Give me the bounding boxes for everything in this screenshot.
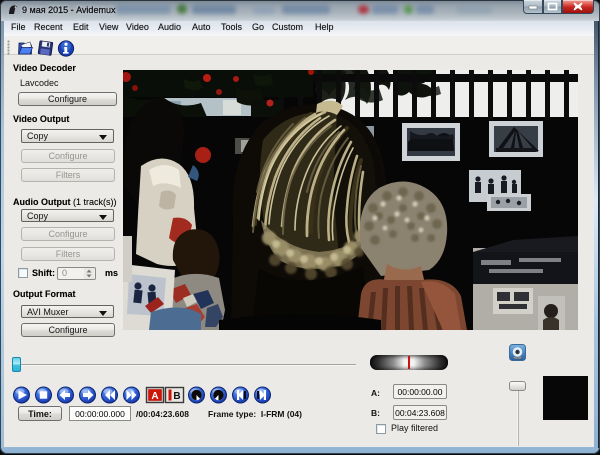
svg-text:A: A [151, 391, 158, 402]
svg-text:B: B [173, 391, 180, 402]
